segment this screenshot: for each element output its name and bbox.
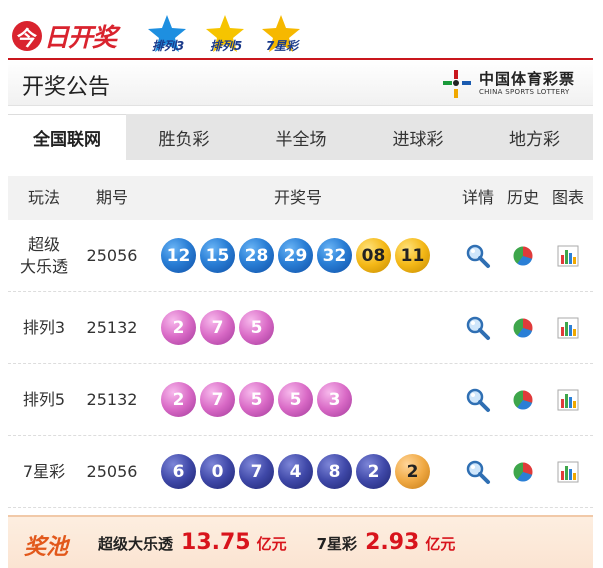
brand-text: 日开奖 [44, 23, 117, 52]
row-play-name[interactable]: 7星彩 [8, 436, 80, 507]
winning-numbers: 27553 [161, 364, 356, 435]
header-issue: 期号 [95, 188, 128, 207]
number-ball: 08 [356, 238, 391, 273]
history-pie-chart-icon[interactable] [505, 292, 541, 363]
row-play-name[interactable]: 排列5 [8, 364, 80, 435]
number-ball: 6 [161, 454, 196, 489]
header-play: 玩法 [27, 188, 60, 207]
detail-magnifier-icon[interactable] [460, 364, 496, 435]
org-name-cn: 中国体育彩票 [478, 70, 575, 88]
logo-bar: 今 日开奖 排列3 排列5 7星彩 [0, 0, 603, 60]
brand-mark: 今 [12, 21, 42, 51]
table-row: 7星彩 25056 6 0 7 4 8 2 2 [8, 436, 593, 508]
jackpot-bar: 奖池 超级大乐透 13.75 亿元 7星彩 2.93 亿元 [8, 515, 593, 568]
lottery-tabs: 全国联网 胜负彩 半全场 进球彩 地方彩 [8, 114, 593, 160]
jackpot-amount-dlt: 13.75 [181, 530, 251, 555]
chart-bar-graph-icon[interactable] [550, 364, 586, 435]
jackpot-unit-qxc: 亿元 [425, 535, 456, 553]
china-sports-lottery-logo: 中国体育彩票 CHINA SPORTS LOTTERY [441, 67, 575, 101]
jackpot-amount-qxc: 2.93 [365, 530, 420, 555]
history-pie-chart-icon[interactable] [505, 436, 541, 507]
number-ball: 15 [200, 238, 235, 273]
qixingcai-logo-text: 7星彩 [265, 39, 299, 53]
row-play-name[interactable]: 超级 大乐透 [8, 220, 80, 291]
row-issue-number: 25056 [86, 246, 138, 265]
number-ball: 28 [239, 238, 274, 273]
winning-numbers: 12 15 28 29 32 08 11 [161, 220, 434, 291]
number-ball: 5 [239, 382, 274, 417]
header-numbers: 开奖号 [273, 188, 322, 207]
number-ball: 29 [278, 238, 313, 273]
header-chart: 图表 [551, 188, 584, 207]
number-ball: 5 [239, 310, 274, 345]
jackpot-label-qxc: 7星彩 [316, 535, 358, 553]
notice-header: 开奖公告 中国体育彩票 CHINA SPORTS LOTTERY [8, 60, 593, 106]
row-issue-number: 25132 [86, 390, 138, 409]
history-pie-chart-icon[interactable] [505, 364, 541, 435]
table-body: 超级 大乐透 25056 12 15 28 29 32 08 11 排列3 25132 2 7 5 排列5 2… [8, 220, 593, 508]
number-ball: 4 [278, 454, 313, 489]
number-ball: 8 [317, 454, 352, 489]
winning-numbers: 275 [161, 292, 278, 363]
pailie3-logo[interactable]: 排列3 [144, 14, 192, 58]
page: 今 日开奖 排列3 排列5 7星彩 开奖公告 中国体育彩票 CHINA SPOR… [0, 0, 603, 568]
table-row: 排列5 25132 2 7 5 5 3 [8, 364, 593, 436]
tab-goals[interactable]: 进球彩 [360, 114, 476, 160]
number-ball: 7 [239, 454, 274, 489]
tab-local[interactable]: 地方彩 [476, 114, 593, 160]
number-ball: 2 [395, 454, 430, 489]
chart-bar-graph-icon[interactable] [550, 220, 586, 291]
table-row: 超级 大乐透 25056 12 15 28 29 32 08 11 [8, 220, 593, 292]
detail-magnifier-icon[interactable] [460, 220, 496, 291]
detail-magnifier-icon[interactable] [460, 292, 496, 363]
chart-bar-graph-icon[interactable] [550, 436, 586, 507]
pailie5-logo[interactable]: 排列5 [202, 14, 250, 58]
number-ball: 2 [356, 454, 391, 489]
qixingcai-logo[interactable]: 7星彩 [258, 14, 306, 58]
brand-logo[interactable]: 今 日开奖 [12, 18, 117, 54]
pailie3-logo-text: 排列3 [151, 39, 185, 53]
row-issue-number: 25132 [86, 318, 138, 337]
header-detail: 详情 [461, 188, 494, 207]
row-play-name[interactable]: 排列3 [8, 292, 80, 363]
number-ball: 0 [200, 454, 235, 489]
number-ball: 12 [161, 238, 196, 273]
page-title: 开奖公告 [22, 75, 111, 100]
results-table: 玩法 期号 开奖号 详情 历史 图表 超级 大乐透 25056 12 15 28 29 32… [8, 176, 593, 508]
org-name-en: CHINA SPORTS LOTTERY [478, 88, 570, 96]
number-ball: 2 [161, 382, 196, 417]
table-row: 排列3 25132 2 7 5 [8, 292, 593, 364]
tab-national[interactable]: 全国联网 [8, 114, 126, 160]
number-ball: 32 [317, 238, 352, 273]
number-ball: 3 [317, 382, 352, 417]
row-issue-number: 25056 [86, 462, 138, 481]
header-history: 历史 [506, 188, 539, 207]
jackpot-unit-dlt: 亿元 [256, 535, 287, 553]
lottery-emblem-icon [442, 70, 471, 98]
number-ball: 5 [278, 382, 313, 417]
table-header: 玩法 期号 开奖号 详情 历史 图表 [8, 176, 593, 220]
history-pie-chart-icon[interactable] [505, 220, 541, 291]
chart-bar-graph-icon[interactable] [550, 292, 586, 363]
jackpot-label-dlt: 超级大乐透 [98, 535, 174, 553]
number-ball: 11 [395, 238, 430, 273]
number-ball: 2 [161, 310, 196, 345]
jackpot-title: 奖池 [24, 535, 69, 560]
tab-half-full[interactable]: 半全场 [242, 114, 360, 160]
pailie5-logo-text: 排列5 [209, 39, 243, 53]
tab-win-lose[interactable]: 胜负彩 [126, 114, 242, 160]
winning-numbers: 6074822 [161, 436, 434, 507]
detail-magnifier-icon[interactable] [460, 436, 496, 507]
number-ball: 7 [200, 310, 235, 345]
number-ball: 7 [200, 382, 235, 417]
